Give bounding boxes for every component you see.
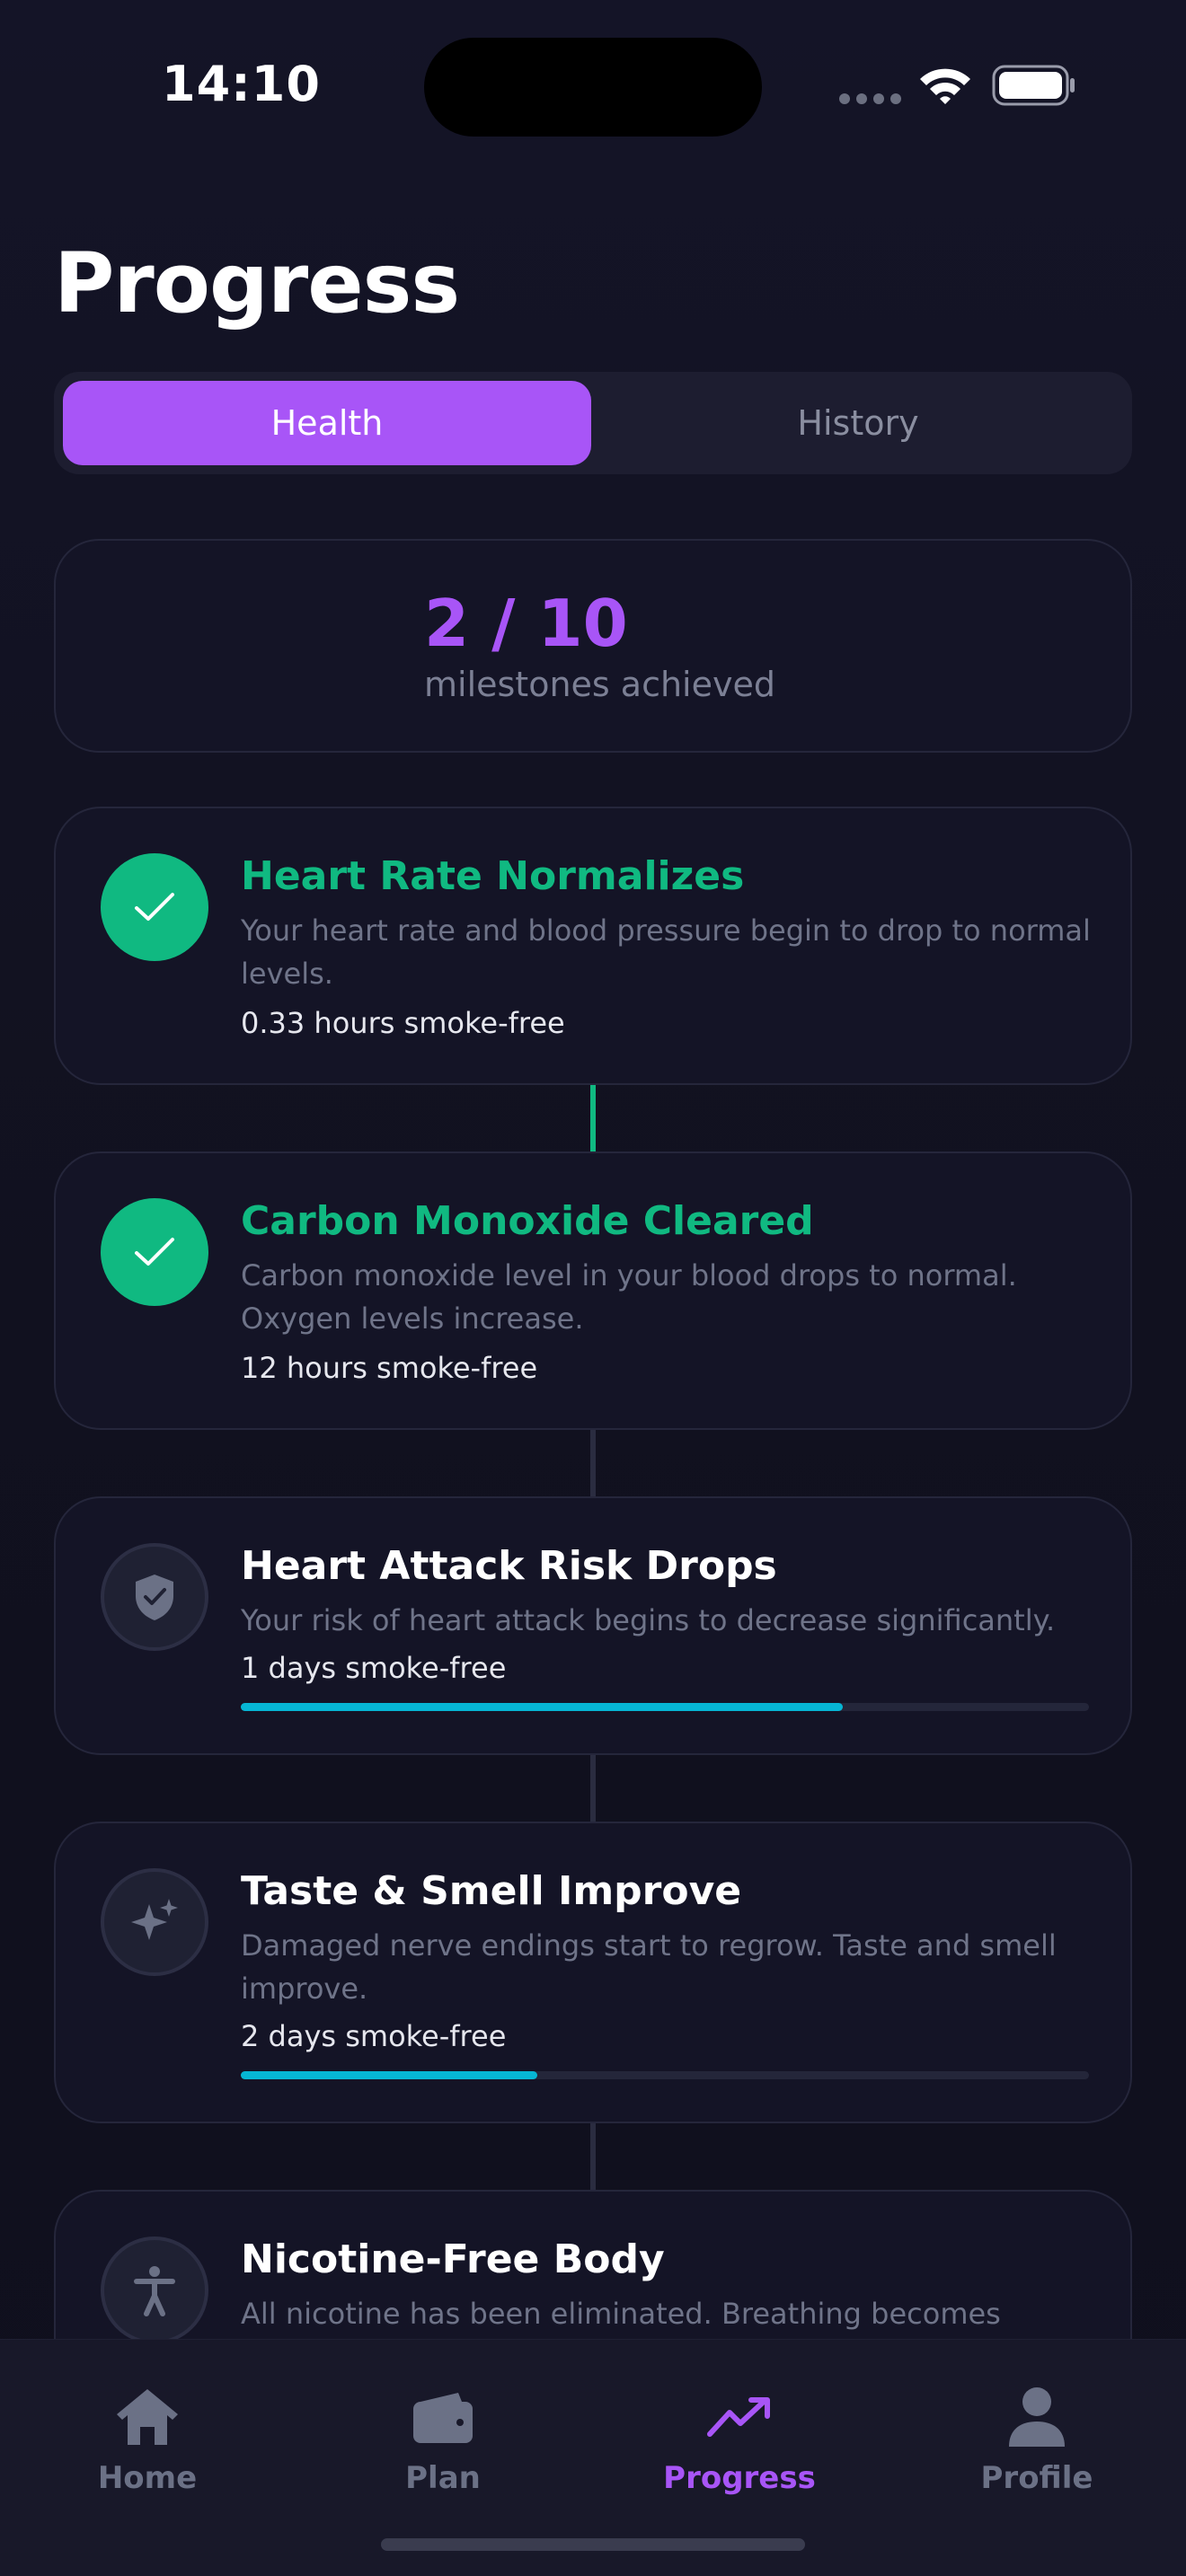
tab-plan[interactable]: Plan (335, 2381, 551, 2496)
user-icon (929, 2381, 1145, 2453)
milestone-title: Nicotine-Free Body (241, 2236, 665, 2282)
milestone-title: Carbon Monoxide Cleared (241, 1198, 814, 1244)
tab-history[interactable]: History (593, 381, 1123, 465)
trending-up-icon (632, 2381, 847, 2453)
person-icon (101, 2236, 208, 2344)
milestone-card[interactable]: Heart Rate Normalizes Your heart rate an… (54, 807, 1132, 1085)
timeline-connector (590, 1430, 596, 1496)
milestone-card[interactable]: Carbon Monoxide Cleared Carbon monoxide … (54, 1151, 1132, 1430)
milestone-description: Damaged nerve endings start to regrow. T… (241, 1928, 1057, 2006)
milestone-time: 1 days smoke-free (241, 1651, 507, 1685)
milestone-title: Heart Attack Risk Drops (241, 1543, 777, 1589)
cellular-signal-icon (839, 93, 901, 104)
milestone-progress-bar (241, 1703, 1089, 1711)
timeline-connector (590, 1085, 596, 1151)
milestone-time: 0.33 hours smoke-free (241, 1006, 565, 1040)
milestone-progress-bar (241, 2071, 1089, 2079)
shield-icon (101, 1543, 208, 1651)
progress-screen: 14:10 Progress Health History 2 / 10 mil… (0, 0, 1186, 2576)
milestone-description: Carbon monoxide level in your blood drop… (241, 1258, 1017, 1336)
milestone-card[interactable]: Heart Attack Risk Drops Your risk of hea… (54, 1496, 1132, 1755)
timeline-connector (590, 2123, 596, 2190)
milestone-title: Heart Rate Normalizes (241, 853, 745, 899)
check-icon (101, 1198, 208, 1306)
milestone-progress-fill (241, 2071, 538, 2079)
battery-icon (992, 65, 1076, 110)
tab-home[interactable]: Home (40, 2381, 255, 2496)
milestone-description: Your heart rate and blood pressure begin… (241, 913, 1091, 991)
home-icon (40, 2381, 255, 2453)
milestone-card[interactable]: Taste & Smell Improve Damaged nerve endi… (54, 1822, 1132, 2123)
sparkles-icon (101, 1868, 208, 1976)
milestone-summary-card: 2 / 10 milestones achieved (54, 539, 1132, 753)
dynamic-island (424, 38, 762, 137)
milestone-title: Taste & Smell Improve (241, 1868, 742, 1914)
tab-progress[interactable]: Progress (632, 2381, 847, 2496)
check-icon (101, 853, 208, 961)
wallet-icon (335, 2381, 551, 2453)
tab-health[interactable]: Health (63, 381, 591, 465)
milestone-time: 2 days smoke-free (241, 2019, 507, 2053)
milestone-description: Your risk of heart attack begins to decr… (241, 1603, 1056, 1637)
status-time: 14:10 (162, 56, 321, 112)
milestone-time: 12 hours smoke-free (241, 1351, 538, 1385)
milestone-progress-fill (241, 1703, 844, 1711)
segmented-control: Health History (54, 372, 1132, 474)
milestone-count: 2 / 10 (424, 586, 628, 661)
page-title: Progress (54, 235, 460, 331)
milestone-count-label: milestones achieved (424, 665, 775, 704)
wifi-icon (916, 65, 974, 110)
home-indicator (381, 2538, 805, 2551)
tab-profile[interactable]: Profile (929, 2381, 1145, 2496)
timeline-connector (590, 1755, 596, 1822)
